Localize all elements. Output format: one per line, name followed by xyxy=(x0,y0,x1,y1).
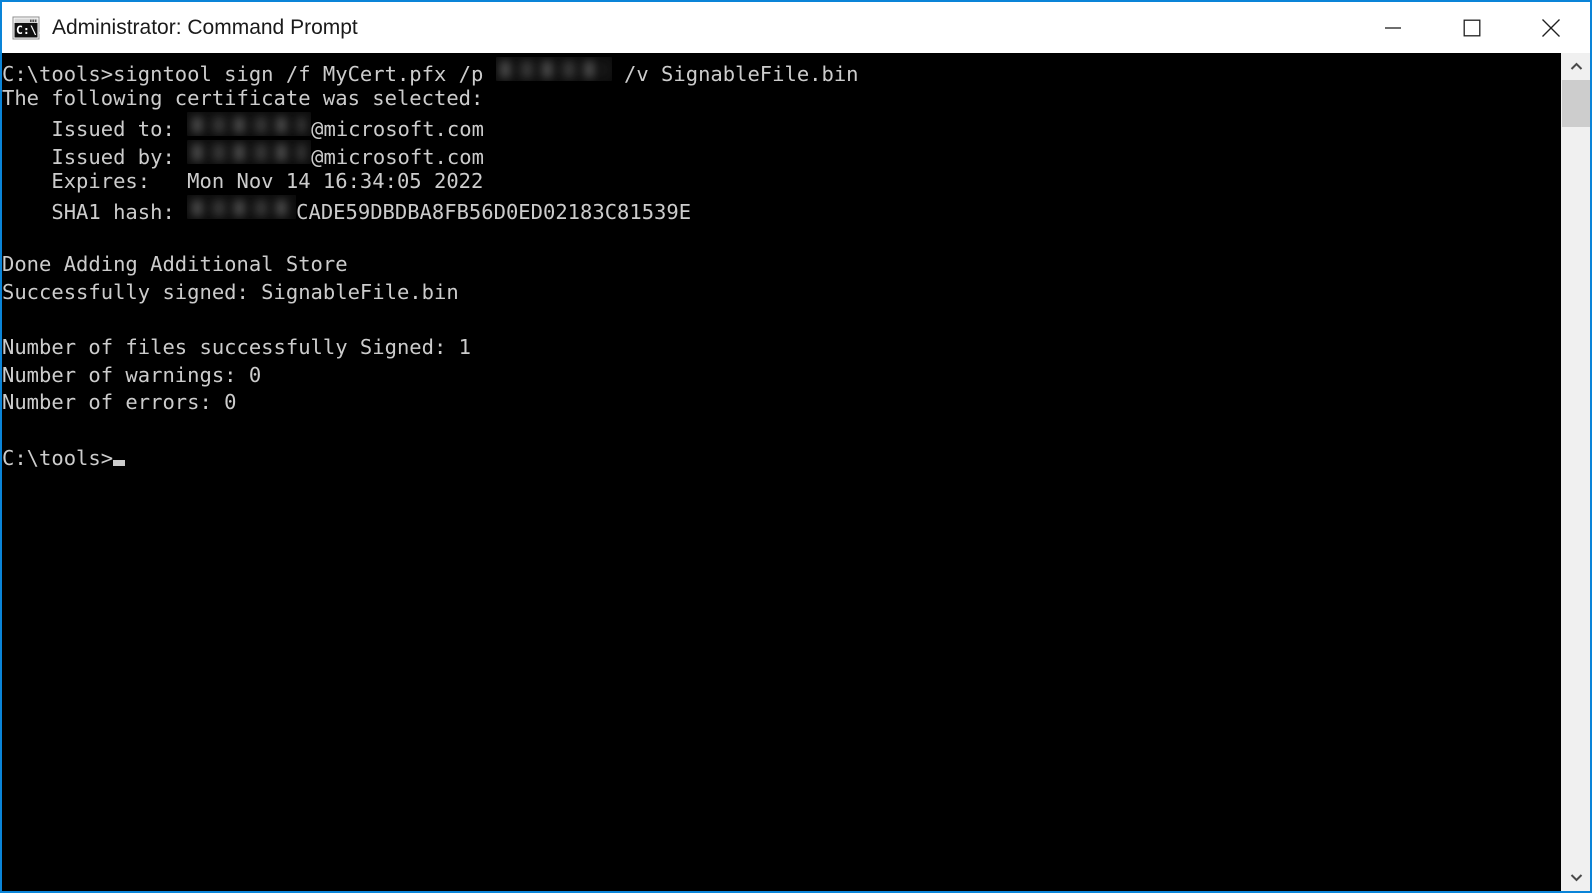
console-line xyxy=(2,306,859,334)
console-line: C:\tools>signtool sign /f MyCert.pfx /p … xyxy=(2,57,859,86)
console-text: SHA1 hash: xyxy=(2,200,188,225)
redacted-text-block xyxy=(495,57,612,81)
maximize-button[interactable] xyxy=(1432,2,1511,53)
console-text: Issued to: xyxy=(2,117,188,142)
console-line: The following certificate was selected: xyxy=(2,85,859,113)
command-prompt-window: C:\. Administrator: Command Prompt xyxy=(0,0,1592,893)
console-text: @microsoft.com xyxy=(311,145,484,170)
console-line: Successfully signed: SignableFile.bin xyxy=(2,279,859,307)
scrollbar-track[interactable] xyxy=(1562,80,1590,864)
console-icon: C:\. xyxy=(12,15,40,41)
console-line xyxy=(2,223,859,251)
client-area: C:\tools>signtool sign /f MyCert.pfx /p … xyxy=(2,53,1590,891)
console-text: @microsoft.com xyxy=(311,117,484,142)
close-icon xyxy=(1541,18,1561,38)
console-text: The following certificate was selected: xyxy=(2,85,484,110)
redacted-text-block xyxy=(187,140,312,165)
text-cursor xyxy=(113,459,126,466)
minimize-icon xyxy=(1384,22,1402,34)
console-text: Issued by: xyxy=(2,145,188,170)
console-text: /v SignableFile.bin xyxy=(611,62,859,86)
maximize-icon xyxy=(1463,19,1481,37)
console-text: Number of errors: 0 xyxy=(2,390,237,415)
minimize-button[interactable] xyxy=(1353,2,1432,53)
console-line: Issued to: @microsoft.com xyxy=(2,112,859,142)
console-line: Done Adding Additional Store xyxy=(2,251,859,279)
chevron-down-icon xyxy=(1570,873,1583,882)
console-text: Done Adding Additional Store xyxy=(2,251,348,276)
close-button[interactable] xyxy=(1511,2,1590,53)
console-text: CADE59DBDBA8FB56D0ED02183C81539E xyxy=(296,200,692,225)
console-text: Number of warnings: 0 xyxy=(2,362,262,387)
console-line xyxy=(2,417,859,445)
console-text-lines: C:\tools>signtool sign /f MyCert.pfx /p … xyxy=(2,57,859,472)
redacted-text-block xyxy=(187,112,312,137)
scroll-down-button[interactable] xyxy=(1562,864,1590,891)
svg-text:C:\.: C:\. xyxy=(16,23,40,37)
redacted-text-block xyxy=(187,195,297,220)
title-bar-left: C:\. Administrator: Command Prompt xyxy=(2,15,1353,41)
console-line: C:\tools> xyxy=(2,445,859,473)
chevron-up-icon xyxy=(1570,62,1583,71)
window-title: Administrator: Command Prompt xyxy=(52,16,358,39)
console-output[interactable]: C:\tools>signtool sign /f MyCert.pfx /p … xyxy=(2,53,1561,891)
vertical-scrollbar[interactable] xyxy=(1561,53,1590,891)
console-line: Number of files successfully Signed: 1 xyxy=(2,334,859,362)
scroll-up-button[interactable] xyxy=(1562,53,1590,80)
console-line: Number of warnings: 0 xyxy=(2,362,859,390)
console-text: C:\tools>signtool sign /f MyCert.pfx /p xyxy=(2,62,496,86)
console-line: Number of errors: 0 xyxy=(2,389,859,417)
title-bar[interactable]: C:\. Administrator: Command Prompt xyxy=(2,2,1590,53)
scrollbar-thumb[interactable] xyxy=(1562,80,1590,127)
console-line: Issued by: @microsoft.com xyxy=(2,140,859,170)
console-text: Successfully signed: SignableFile.bin xyxy=(2,279,459,304)
console-text: Number of files successfully Signed: 1 xyxy=(2,334,471,359)
window-controls xyxy=(1353,2,1590,53)
console-line: SHA1 hash: CADE59DBDBA8FB56D0ED02183C815… xyxy=(2,195,859,225)
console-text: C:\tools> xyxy=(2,445,114,470)
console-text: Expires: Mon Nov 14 16:34:05 2022 xyxy=(2,168,484,193)
console-line: Expires: Mon Nov 14 16:34:05 2022 xyxy=(2,168,859,196)
